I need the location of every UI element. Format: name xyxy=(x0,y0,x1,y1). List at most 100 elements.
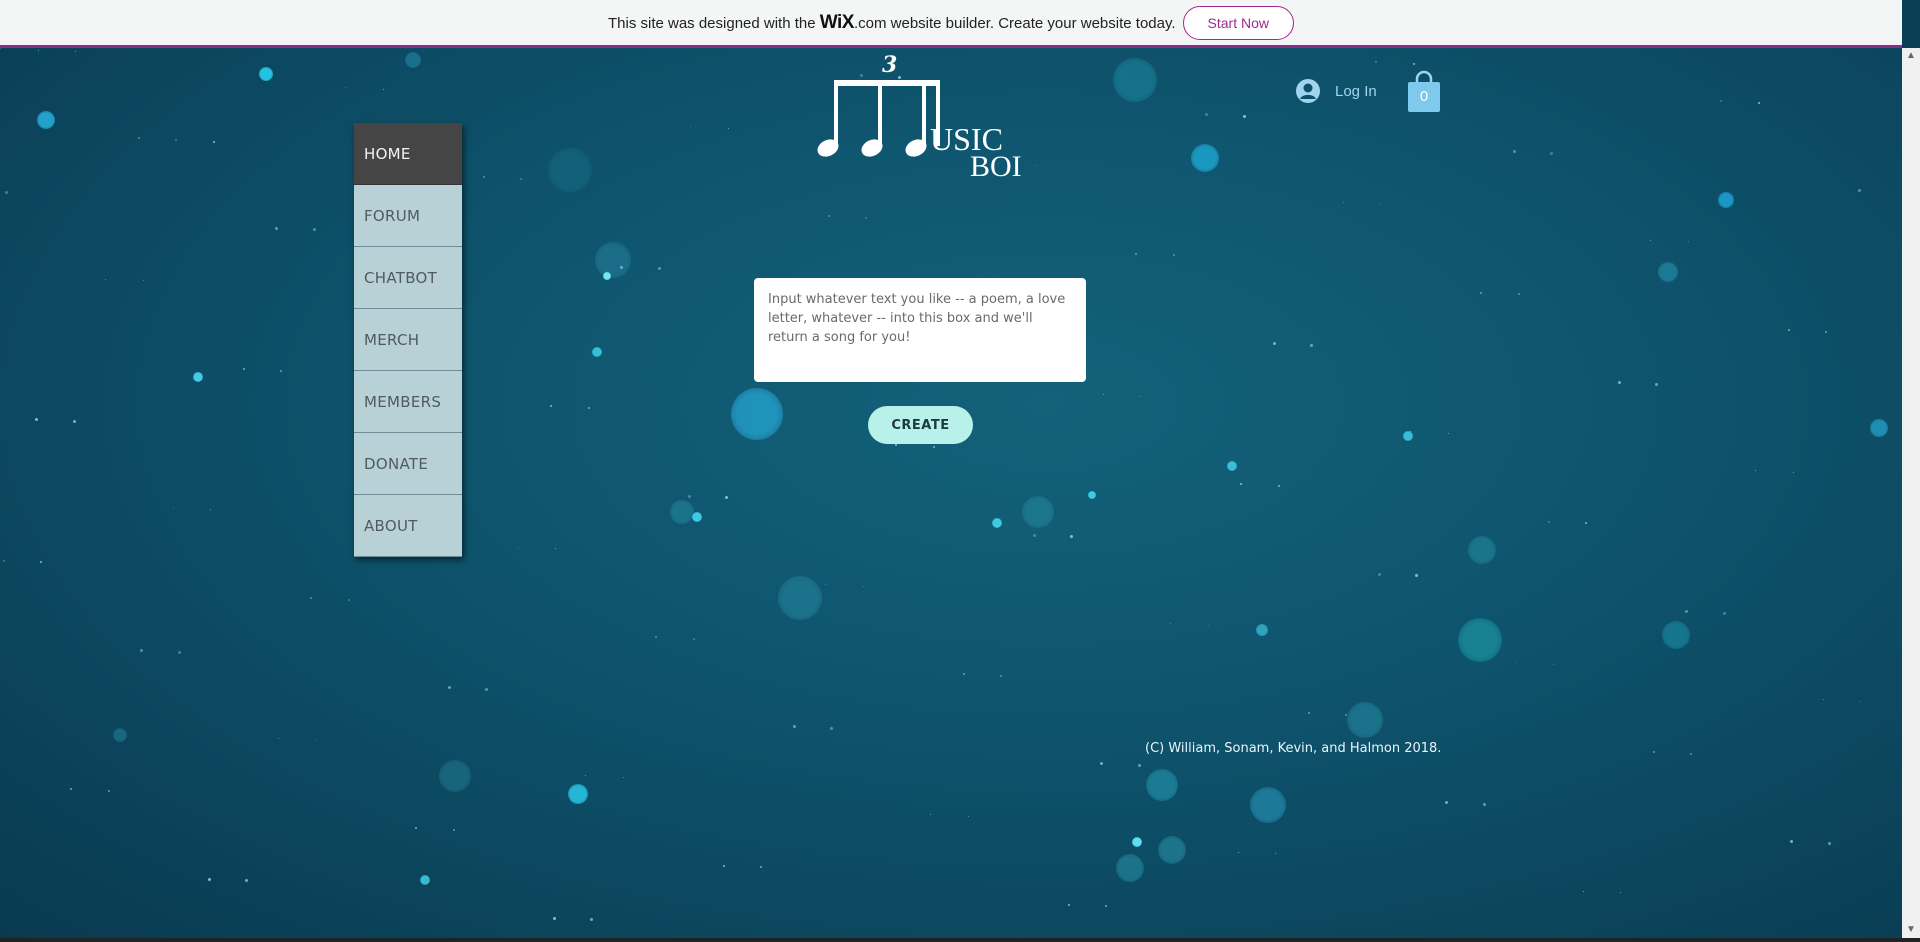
scroll-down-icon[interactable]: ▼ xyxy=(1902,922,1920,938)
bokeh-particle xyxy=(778,576,822,620)
speck-particle xyxy=(1860,700,1861,702)
user-avatar-icon xyxy=(1296,79,1320,103)
bokeh-particle xyxy=(670,500,694,524)
nav-item-members[interactable]: MEMBERS xyxy=(354,371,462,433)
speck-particle xyxy=(690,126,691,127)
speck-particle xyxy=(1447,432,1449,434)
logo-triplet: 3 xyxy=(882,52,897,78)
bokeh-particle xyxy=(992,518,1002,528)
speck-particle xyxy=(310,596,312,599)
speck-particle xyxy=(727,127,729,129)
speck-particle xyxy=(72,419,76,423)
bokeh-particle xyxy=(1250,787,1286,823)
speck-particle xyxy=(517,546,519,548)
banner-text-after: .com website builder. Create your websit… xyxy=(853,14,1176,32)
speck-particle xyxy=(1377,572,1381,576)
speck-particle xyxy=(1170,622,1171,624)
speck-particle xyxy=(1240,483,1242,486)
scrollbar[interactable]: ▲ ▼ xyxy=(1902,48,1920,938)
create-button[interactable]: CREATE xyxy=(868,406,973,444)
speck-particle xyxy=(1552,663,1554,665)
speck-particle xyxy=(142,280,144,282)
bokeh-particle xyxy=(1146,769,1178,801)
shopping-cart-button[interactable]: 0 xyxy=(1406,70,1442,114)
copyright-text: (C) William, Sonam, Kevin, and Halmon 20… xyxy=(1145,741,1442,756)
speck-particle xyxy=(792,725,796,729)
speck-particle xyxy=(1345,713,1347,716)
speck-particle xyxy=(1102,393,1104,395)
bokeh-particle xyxy=(595,242,631,278)
speck-particle xyxy=(347,598,350,601)
speck-particle xyxy=(1547,520,1550,523)
speck-particle xyxy=(1755,470,1756,472)
speck-particle xyxy=(140,648,143,652)
speck-particle xyxy=(1205,113,1208,116)
login-link[interactable]: Log In xyxy=(1295,78,1377,104)
bokeh-particle xyxy=(592,347,602,357)
nav-item-chatbot[interactable]: CHATBOT xyxy=(354,247,462,309)
nav-item-donate[interactable]: DONATE xyxy=(354,433,462,495)
speck-particle xyxy=(1792,471,1794,473)
speck-particle xyxy=(657,267,661,271)
start-now-button[interactable]: Start Now xyxy=(1182,5,1295,40)
bokeh-particle xyxy=(1022,496,1054,528)
speck-particle xyxy=(482,176,485,179)
bokeh-particle xyxy=(1658,262,1678,282)
wix-logo[interactable]: WiX xyxy=(820,12,855,33)
speck-particle xyxy=(620,265,623,269)
speck-particle xyxy=(1277,484,1280,487)
speck-particle xyxy=(105,278,106,280)
speck-particle xyxy=(962,673,965,676)
bokeh-particle xyxy=(548,148,592,192)
speck-particle xyxy=(137,137,140,140)
speck-particle xyxy=(760,866,762,869)
speck-particle xyxy=(692,637,695,640)
speck-particle xyxy=(212,140,215,143)
nav-item-merch[interactable]: MERCH xyxy=(354,309,462,371)
speck-particle xyxy=(587,406,590,409)
speck-particle xyxy=(1445,801,1448,805)
speck-particle xyxy=(312,228,316,232)
speck-particle xyxy=(1000,674,1002,677)
speck-particle xyxy=(1415,574,1418,578)
speck-particle xyxy=(1310,343,1313,347)
login-label: Log In xyxy=(1335,82,1377,100)
nav-item-home[interactable]: HOME xyxy=(354,123,462,185)
bokeh-particle xyxy=(1468,536,1496,564)
speck-particle xyxy=(177,650,181,654)
speck-particle xyxy=(1272,341,1276,345)
bokeh-particle xyxy=(1132,837,1142,847)
site-logo[interactable]: 3 USIC BOI xyxy=(812,52,1027,183)
speck-particle xyxy=(345,87,346,88)
bokeh-particle xyxy=(1158,836,1186,864)
speck-particle xyxy=(70,788,72,791)
speck-particle xyxy=(555,548,556,550)
nav-item-forum[interactable]: FORUM xyxy=(354,185,462,247)
speck-particle xyxy=(1787,328,1790,331)
bokeh-particle xyxy=(1116,854,1144,882)
scroll-up-icon[interactable]: ▲ xyxy=(1902,48,1920,64)
speck-particle xyxy=(1410,431,1411,433)
speck-particle xyxy=(210,509,211,511)
speck-particle xyxy=(1650,239,1651,241)
speck-particle xyxy=(1685,609,1688,613)
speck-particle xyxy=(1482,803,1486,807)
bokeh-particle xyxy=(1662,621,1690,649)
speck-particle xyxy=(1100,762,1103,766)
speck-particle xyxy=(1620,892,1621,894)
nav-item-about[interactable]: ABOUT xyxy=(354,495,462,557)
speck-particle xyxy=(0,48,1,49)
speck-particle xyxy=(75,51,76,53)
bokeh-particle xyxy=(1256,624,1268,636)
speck-particle xyxy=(1720,100,1722,102)
speck-particle xyxy=(1652,751,1655,754)
song-text-input[interactable]: Input whatever text you like -- a poem, … xyxy=(754,278,1086,382)
bokeh-particle xyxy=(731,388,783,440)
cart-count: 0 xyxy=(1419,88,1429,105)
speck-particle xyxy=(1307,712,1310,715)
speck-particle xyxy=(245,879,248,883)
speck-particle xyxy=(865,217,867,219)
speck-particle xyxy=(830,726,833,730)
speck-particle xyxy=(242,367,245,370)
speck-particle xyxy=(1067,903,1070,906)
